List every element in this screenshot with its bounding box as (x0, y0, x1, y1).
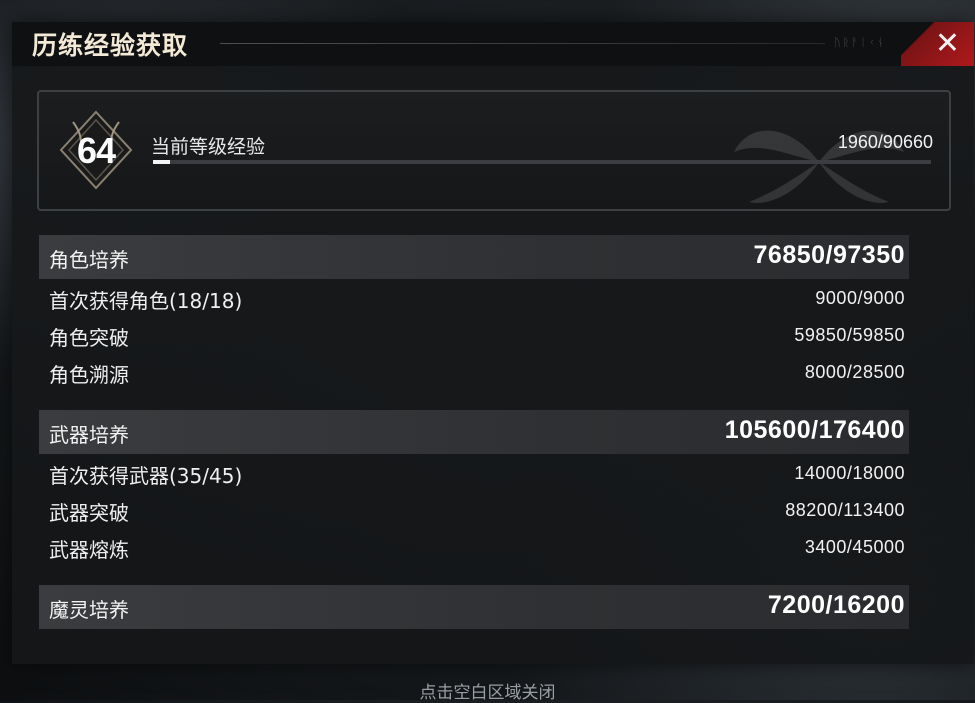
level-exp-value: 1960/90660 (837, 132, 933, 152)
section-value: 7200/16200 (767, 591, 905, 619)
title-divider (220, 43, 825, 44)
section-value: 105600/176400 (724, 416, 905, 444)
list-item: 角色溯源 8000/28500 (39, 353, 909, 390)
section-value: 76850/97350 (753, 241, 905, 269)
level-exp-label: 当前等级经验 (151, 136, 266, 158)
close-button[interactable]: ✕ (901, 22, 974, 66)
close-icon: ✕ (934, 26, 960, 61)
close-hint: 点击空白区域关闭 (419, 683, 556, 703)
item-label: 武器突破 (49, 501, 129, 525)
item-value: 9000/9000 (815, 288, 905, 308)
item-value: 88200/113400 (785, 500, 905, 520)
item-label: 角色溯源 (49, 363, 129, 387)
level-progress-fill (153, 160, 170, 164)
section-header: 魔灵培养 7200/16200 (39, 585, 909, 629)
item-value: 14000/18000 (794, 463, 905, 483)
section-spirit: 魔灵培养 7200/16200 (39, 585, 909, 629)
dialog-title-bar: 历练经验获取 ᚢᚱᚨᛁᚲᚾ ✕ (12, 22, 974, 66)
section-title: 魔灵培养 (49, 598, 129, 622)
list-item: 首次获得角色(18/18) 9000/9000 (39, 279, 909, 316)
item-label: 首次获得角色(18/18) (49, 289, 243, 313)
item-value: 59850/59850 (794, 325, 905, 345)
section-title: 角色培养 (49, 248, 129, 272)
list-item: 角色突破 59850/59850 (39, 316, 909, 353)
decorative-glyphs: ᚢᚱᚨᛁᚲᚾ (834, 36, 886, 49)
section-character: 角色培养 76850/97350 首次获得角色(18/18) 9000/9000… (39, 235, 909, 390)
list-item: 武器突破 88200/113400 (39, 491, 909, 528)
section-header: 角色培养 76850/97350 (39, 235, 909, 279)
level-badge: 64 (59, 110, 133, 190)
item-label: 角色突破 (49, 326, 129, 350)
level-panel: 64 当前等级经验 1960/90660 (37, 90, 951, 211)
item-value: 3400/45000 (804, 537, 905, 557)
section-title: 武器培养 (49, 423, 129, 447)
list-item: 首次获得武器(35/45) 14000/18000 (39, 454, 909, 491)
item-label: 武器熔炼 (49, 538, 129, 562)
list-item: 武器熔炼 3400/45000 (39, 528, 909, 565)
section-weapon: 武器培养 105600/176400 首次获得武器(35/45) 14000/1… (39, 410, 909, 565)
section-header: 武器培养 105600/176400 (39, 410, 909, 454)
item-value: 8000/28500 (804, 362, 905, 382)
level-number: 64 (76, 130, 116, 171)
dialog-title: 历练经验获取 (32, 31, 189, 60)
level-progress-bar (153, 160, 931, 164)
item-label: 首次获得武器(35/45) (49, 464, 243, 488)
